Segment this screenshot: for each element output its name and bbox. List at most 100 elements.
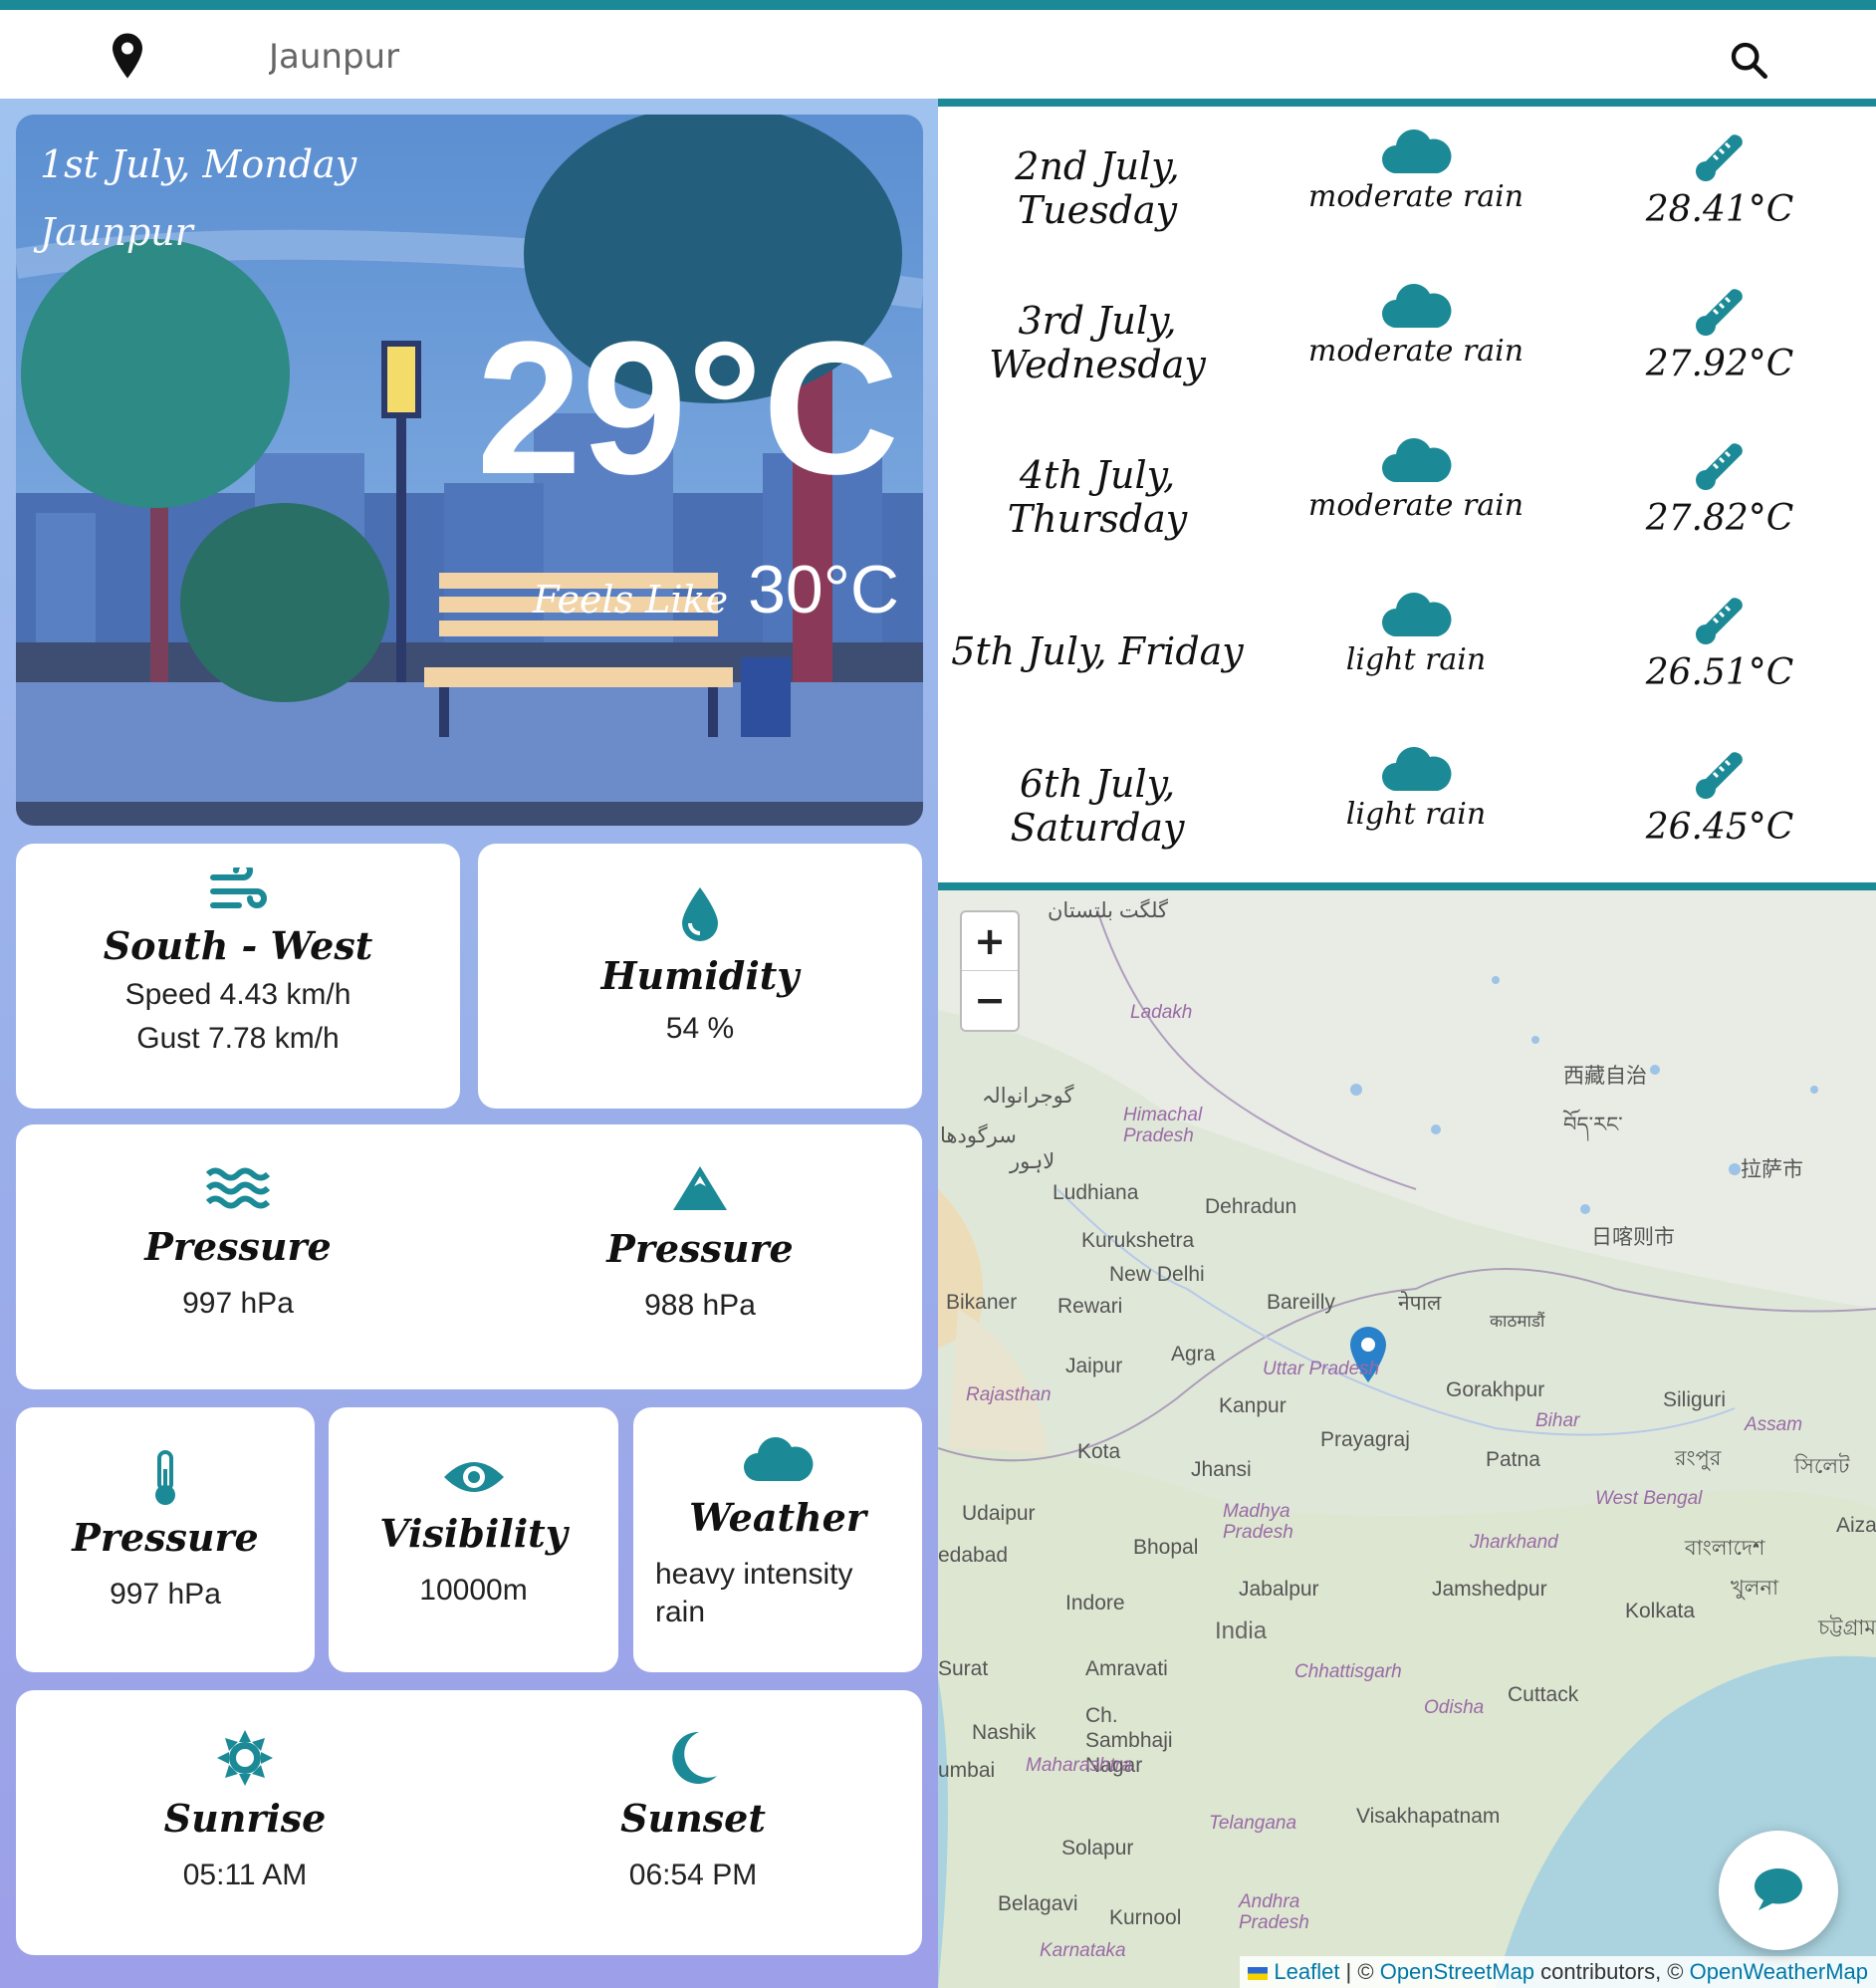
wind-speed: Speed 4.43 km/h — [124, 978, 352, 1011]
zoom-out-button[interactable]: − — [962, 971, 1018, 1030]
map-label-rajasthan: Rajasthan — [966, 1384, 1052, 1405]
osm-link[interactable]: OpenStreetMap — [1380, 1959, 1534, 1984]
sun-times-card: Sunrise 05:11 AM Sunset 06:54 PM — [16, 1690, 922, 1955]
search-icon[interactable] — [1729, 40, 1768, 80]
map-label-ludhiana: Ludhiana — [1053, 1181, 1139, 1204]
map-label-karnataka: Karnataka — [1040, 1940, 1126, 1961]
map-label-siliguri: Siliguri — [1663, 1388, 1727, 1411]
weather-map[interactable]: + − گلگت بلتستان Ladakh گوجرانوالہ سرگود… — [938, 890, 1876, 1988]
moon-icon — [672, 1731, 717, 1784]
map-label-nashik: Nashik — [972, 1721, 1037, 1744]
map-label-rangpur: রংপুর — [1675, 1447, 1722, 1470]
forecast-bottom-border — [938, 882, 1876, 890]
temp-pressure-label: Pressure — [72, 1515, 259, 1560]
map-label-gorakhpur: Gorakhpur — [1446, 1378, 1545, 1401]
waves-icon — [206, 1167, 270, 1209]
map-label-tibet: 西藏自治 — [1563, 1065, 1647, 1088]
map-label-solapur: Solapur — [1061, 1837, 1134, 1860]
pressure-card: Pressure 997 hPa Pressure 988 hPa — [16, 1124, 922, 1389]
map-label-shigatse: 日喀则市 — [1591, 1226, 1675, 1249]
cloud-icon — [1382, 593, 1452, 636]
map-label-visakhapatnam: Visakhapatnam — [1356, 1805, 1501, 1828]
sea-pressure-label: Pressure — [144, 1224, 332, 1269]
map-label-khulna: খুলনা — [1731, 1577, 1779, 1600]
cloud-icon — [1382, 129, 1452, 173]
feels-like-label: Feels Like — [533, 578, 729, 621]
forecast-temp-value: 27.92°C — [1645, 344, 1794, 384]
map-label-jaipur: Jaipur — [1065, 1355, 1123, 1377]
thermometer-icon — [1696, 598, 1743, 644]
leaflet-link[interactable]: Leaflet — [1274, 1959, 1339, 1984]
map-label-lahore: لاہور — [1010, 1150, 1055, 1173]
forecast-temperature: 27.92°C — [1575, 284, 1864, 384]
forecast-description: light rain — [1345, 642, 1487, 677]
sunset: Sunset 06:54 PM — [464, 1728, 922, 1892]
forecast-temp-value: 26.45°C — [1645, 807, 1794, 848]
forecast-top-border — [938, 99, 1876, 107]
map-label-ladakh: Ladakh — [1130, 1002, 1193, 1023]
forecast-row: 2nd July, Tuesday moderate rain 28.41°C — [938, 112, 1876, 267]
map-label-sargodha: سرگودھا — [940, 1124, 1017, 1147]
search-header — [0, 10, 1876, 99]
city-search-input[interactable] — [269, 32, 1663, 82]
zoom-in-button[interactable]: + — [962, 912, 1018, 971]
leaflet-flag-icon — [1248, 1967, 1269, 1980]
map-label-rewari: Rewari — [1057, 1295, 1123, 1318]
wind-card: South - West Speed 4.43 km/h Gust 7.78 k… — [16, 844, 460, 1109]
top-accent-bar — [0, 0, 1876, 10]
map-label-telangana: Telangana — [1209, 1813, 1297, 1834]
wind-direction: South - West — [103, 923, 373, 968]
humidity-value: 54 % — [665, 1012, 735, 1045]
forecast-condition: moderate rain — [1267, 129, 1565, 214]
sun-icon — [217, 1730, 273, 1786]
visibility-card: Visibility 10000m — [329, 1407, 618, 1672]
cloud-icon — [744, 1437, 814, 1481]
forecast-description: moderate rain — [1307, 488, 1524, 523]
map-label-odisha: Odisha — [1424, 1697, 1485, 1718]
thermometer-icon — [1696, 752, 1743, 799]
map-label-maharashtra: Maharashtra — [1026, 1755, 1132, 1776]
map-label-dehradun: Dehradun — [1205, 1195, 1297, 1218]
forecast-temperature: 26.45°C — [1575, 747, 1864, 848]
map-label-aizawl: Aizav — [1836, 1514, 1876, 1537]
forecast-temp-value: 26.51°C — [1645, 652, 1794, 693]
forecast-condition: light rain — [1267, 593, 1565, 677]
map-label-bihar: Bihar — [1535, 1410, 1580, 1431]
owm-link[interactable]: OpenWeatherMap — [1690, 1959, 1868, 1984]
visibility-label: Visibility — [379, 1511, 568, 1556]
map-label-jhansi: Jhansi — [1191, 1458, 1252, 1481]
map-attribution: Leaflet | © OpenStreetMap contributors, … — [1240, 1956, 1876, 1988]
map-label-surat: Surat — [938, 1657, 989, 1680]
map-label-gujranwala: گوجرانوالہ — [982, 1085, 1074, 1108]
map-label-belagavi: Belagavi — [998, 1892, 1078, 1915]
map-label-umbai: umbai — [938, 1759, 996, 1782]
ground-level-pressure: Pressure 988 hPa — [478, 1164, 922, 1323]
forecast-description: light rain — [1345, 797, 1487, 832]
eye-icon — [443, 1462, 504, 1492]
map-label-jabalpur: Jabalpur — [1239, 1578, 1319, 1601]
map-label-udaipur: Udaipur — [962, 1502, 1036, 1525]
forecast-temp-value: 28.41°C — [1645, 189, 1794, 230]
thermometer-icon — [1696, 443, 1743, 490]
forecast-description: moderate rain — [1307, 179, 1524, 214]
map-label-kanpur: Kanpur — [1219, 1394, 1287, 1417]
zoom-control: + − — [960, 910, 1020, 1032]
chat-button[interactable] — [1719, 1831, 1838, 1950]
cloud-icon — [1382, 284, 1452, 328]
map-label-himachal: Himachal Pradesh — [1123, 1105, 1203, 1146]
map-label-agra: Agra — [1171, 1343, 1216, 1366]
temperature-pressure-card: Pressure 997 hPa — [16, 1407, 315, 1672]
current-temperature: 29°C — [476, 303, 899, 514]
location-pin-icon[interactable] — [110, 32, 145, 80]
thermometer-icon — [1696, 289, 1743, 336]
map-label-assam: Assam — [1745, 1414, 1803, 1435]
map-label-kurnool: Kurnool — [1109, 1906, 1182, 1929]
chat-bubble-icon — [1755, 1868, 1802, 1910]
thermometer-icon — [1696, 134, 1743, 181]
humidity-label: Humidity — [600, 953, 800, 998]
cloud-icon — [1382, 438, 1452, 482]
map-label-jharkhand: Jharkhand — [1470, 1532, 1558, 1553]
wind-gust: Gust 7.78 km/h — [136, 1022, 340, 1055]
weather-description-card: Weather heavy intensity rain — [633, 1407, 922, 1672]
forecast-row: 5th July, Friday light rain 26.51°C — [938, 575, 1876, 730]
